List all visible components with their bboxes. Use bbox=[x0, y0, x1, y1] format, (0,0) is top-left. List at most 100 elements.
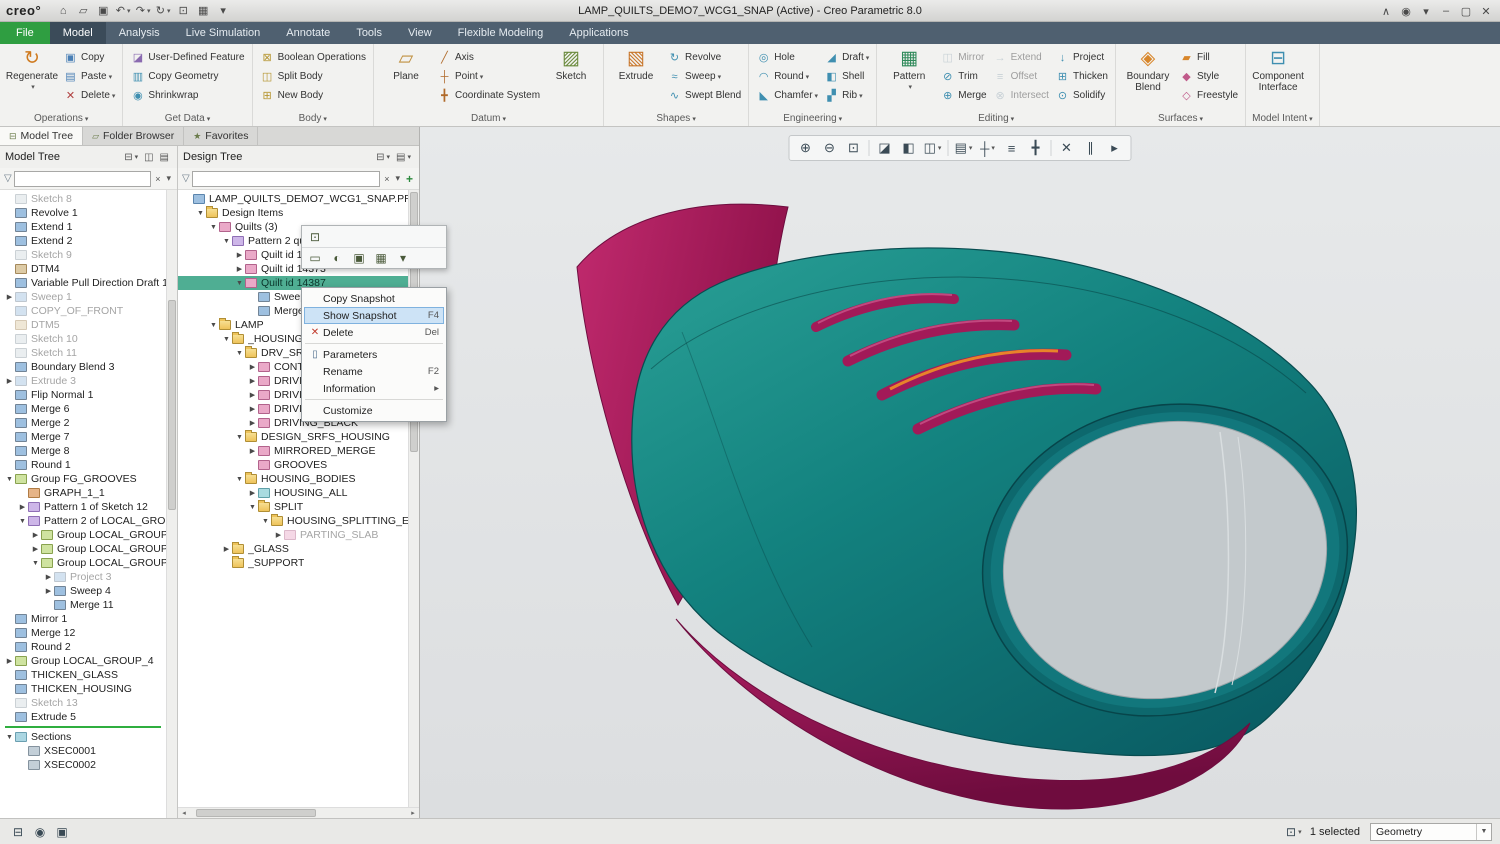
minimize-window-icon[interactable]: – bbox=[1437, 2, 1455, 20]
menu-item-delete[interactable]: ✕DeleteDel bbox=[304, 324, 444, 341]
ui-options-icon[interactable]: ▾ bbox=[1417, 2, 1435, 20]
expand-arrow-icon[interactable]: ▶ bbox=[43, 587, 54, 595]
customize-quick-access-icon[interactable]: ▾ bbox=[214, 2, 232, 20]
repaint-icon[interactable]: ◪ bbox=[874, 138, 896, 158]
menu-item-parameters[interactable]: ▯Parameters bbox=[304, 346, 444, 363]
tree-item-sketch-8[interactable]: Sketch 8 bbox=[0, 192, 166, 206]
model-viewport[interactable] bbox=[420, 127, 1500, 818]
more-commands-icon[interactable]: ▾ bbox=[394, 250, 412, 267]
dimension-icon[interactable]: ▭ bbox=[306, 250, 324, 267]
boundary-blend-button[interactable]: ◈Boundary Blend bbox=[1120, 46, 1176, 93]
tree-item-sections[interactable]: ▼Sections bbox=[0, 730, 166, 744]
chevron-down-icon[interactable]: ▾ bbox=[109, 73, 113, 81]
chevron-down-icon[interactable]: ▾ bbox=[692, 116, 696, 123]
tree-item-round-1[interactable]: Round 1 bbox=[0, 458, 166, 472]
chevron-down-icon[interactable]: ▾ bbox=[1011, 116, 1015, 123]
tree-item-dtm5[interactable]: DTM5 bbox=[0, 318, 166, 332]
tree-item-xsec0002[interactable]: XSEC0002 bbox=[0, 758, 166, 772]
tree-item-merge-12[interactable]: Merge 12 bbox=[0, 626, 166, 640]
tree-filters-icon[interactable]: ⊟▾ bbox=[121, 152, 141, 163]
draft-button[interactable]: ◢Draft▾ bbox=[821, 48, 872, 67]
shading-icon[interactable]: ◧ bbox=[898, 138, 920, 158]
trim-button[interactable]: ⊘Trim bbox=[937, 67, 989, 86]
expand-arrow-icon[interactable]: ▶ bbox=[247, 489, 258, 497]
filter-clear-icon[interactable]: × bbox=[382, 174, 391, 184]
chevron-down-icon[interactable]: ▾ bbox=[859, 92, 863, 100]
tree-item-thicken-glass[interactable]: THICKEN_GLASS bbox=[0, 668, 166, 682]
user-defined-feature-button[interactable]: ◪User-Defined Feature bbox=[127, 48, 247, 67]
ribbon-group-label-model-intent[interactable]: Model Intent▾ bbox=[1246, 112, 1319, 126]
chevron-down-icon[interactable]: ▾ bbox=[908, 82, 912, 93]
tree-options-icon[interactable]: ▤▾ bbox=[393, 152, 414, 163]
model-tree-scrollbar[interactable] bbox=[166, 190, 177, 818]
tab-flexible-modeling[interactable]: Flexible Modeling bbox=[445, 22, 557, 44]
chevron-down-icon[interactable]: ▾ bbox=[323, 116, 327, 123]
regenerate-quick-icon[interactable]: ↻▾ bbox=[154, 2, 172, 20]
tab-live-simulation[interactable]: Live Simulation bbox=[173, 22, 274, 44]
extract-icon[interactable]: ▦ bbox=[372, 250, 390, 267]
chevron-down-icon[interactable]: ▾ bbox=[135, 153, 139, 161]
save-icon[interactable]: ▣ bbox=[94, 2, 112, 20]
tree-item-design-items[interactable]: ▼Design Items bbox=[178, 206, 408, 220]
chevron-down-icon[interactable]: ▾ bbox=[502, 116, 506, 123]
tree-item-sketch-11[interactable]: Sketch 11 bbox=[0, 346, 166, 360]
tree-item-xsec0001[interactable]: XSEC0001 bbox=[0, 744, 166, 758]
create-body-icon[interactable]: ▣ bbox=[350, 250, 368, 267]
sketch-button[interactable]: ▨Sketch bbox=[543, 46, 599, 82]
scrollbar-thumb[interactable] bbox=[196, 809, 316, 817]
delete-button[interactable]: ✕Delete▾ bbox=[60, 86, 118, 105]
tree-item-extend-1[interactable]: Extend 1 bbox=[0, 220, 166, 234]
tree-item-housing-all[interactable]: ▶HOUSING_ALL bbox=[178, 486, 408, 500]
chevron-down-icon[interactable]: ▾ bbox=[207, 116, 211, 123]
expand-arrow-icon[interactable]: ▶ bbox=[43, 573, 54, 581]
collapse-arrow-icon[interactable]: ▼ bbox=[247, 504, 258, 511]
collapse-arrow-icon[interactable]: ▼ bbox=[234, 350, 245, 357]
expand-arrow-icon[interactable]: ▶ bbox=[247, 419, 258, 427]
tree-item-sketch-9[interactable]: Sketch 9 bbox=[0, 248, 166, 262]
chevron-down-icon[interactable]: ▾ bbox=[806, 73, 810, 81]
menu-item-show-snapshot[interactable]: Show SnapshotF4 bbox=[304, 307, 444, 324]
tree-filters-icon[interactable]: ⊟▾ bbox=[373, 152, 393, 163]
filter-dropdown-icon[interactable]: ▾ bbox=[393, 173, 402, 184]
collapse-arrow-icon[interactable]: ▼ bbox=[4, 734, 15, 741]
thicken-button[interactable]: ⊞Thicken bbox=[1052, 67, 1111, 86]
insert-here-indicator[interactable] bbox=[5, 726, 161, 728]
tab-view[interactable]: View bbox=[395, 22, 445, 44]
hole-button[interactable]: ◎Hole bbox=[753, 48, 821, 67]
ribbon-group-label-operations[interactable]: Operations▾ bbox=[0, 112, 122, 126]
ribbon-group-label-datum[interactable]: Datum▾ bbox=[374, 112, 603, 126]
chevron-down-icon[interactable]: ▾ bbox=[1298, 828, 1302, 836]
selection-filter-combo[interactable]: Geometry ▼ bbox=[1370, 823, 1492, 841]
menu-item-rename[interactable]: RenameF2 bbox=[304, 363, 444, 380]
collapse-arrow-icon[interactable]: ▼ bbox=[221, 336, 232, 343]
tree-item-project-3[interactable]: ▶Project 3 bbox=[0, 570, 166, 584]
chevron-down-icon[interactable]: ▾ bbox=[839, 116, 843, 123]
expand-arrow-icon[interactable]: ▶ bbox=[247, 391, 258, 399]
spin-center-icon[interactable]: ╋ bbox=[1025, 138, 1047, 158]
split-body-button[interactable]: ◫Split Body bbox=[257, 67, 369, 86]
plane-button[interactable]: ▱Plane bbox=[378, 46, 434, 82]
tab-tools[interactable]: Tools bbox=[343, 22, 395, 44]
tree-item-flip-normal-1[interactable]: Flip Normal 1 bbox=[0, 388, 166, 402]
axis-button[interactable]: ╱Axis bbox=[434, 48, 543, 67]
tree-columns-icon[interactable]: ◫ bbox=[141, 152, 156, 163]
design-tree-hscrollbar[interactable]: ◂ ▸ bbox=[178, 807, 419, 818]
tree-item-merge-8[interactable]: Merge 8 bbox=[0, 444, 166, 458]
tree-item-extrude-5[interactable]: Extrude 5 bbox=[0, 710, 166, 724]
tree-item-sweep-4[interactable]: ▶Sweep 4 bbox=[0, 584, 166, 598]
sweep-button[interactable]: ≈Sweep▾ bbox=[664, 67, 744, 86]
tree-item-extend-2[interactable]: Extend 2 bbox=[0, 234, 166, 248]
expand-arrow-icon[interactable]: ▶ bbox=[4, 657, 15, 665]
round-button[interactable]: ◠Round▾ bbox=[753, 67, 821, 86]
ribbon-group-label-body[interactable]: Body▾ bbox=[253, 112, 373, 126]
tree-item-group-local-group-2[interactable]: ▶Group LOCAL_GROUP_2 bbox=[0, 542, 166, 556]
zoom-in-icon[interactable]: ⊕ bbox=[795, 138, 817, 158]
tree-item-pattern-2-of-local-group[interactable]: ▼Pattern 2 of LOCAL_GROUP_ bbox=[0, 514, 166, 528]
menu-item-information[interactable]: Information▸ bbox=[304, 380, 444, 397]
collapse-arrow-icon[interactable]: ▼ bbox=[195, 210, 206, 217]
tree-item-variable-pull-direction-draft-1[interactable]: Variable Pull Direction Draft 1 bbox=[0, 276, 166, 290]
pause-icon[interactable]: ∥ bbox=[1080, 138, 1102, 158]
coordinate-system-button[interactable]: ╋Coordinate System bbox=[434, 86, 543, 105]
chevron-down-icon[interactable]: ▾ bbox=[112, 92, 116, 100]
tree-item-glass[interactable]: ▶_GLASS bbox=[178, 542, 408, 556]
